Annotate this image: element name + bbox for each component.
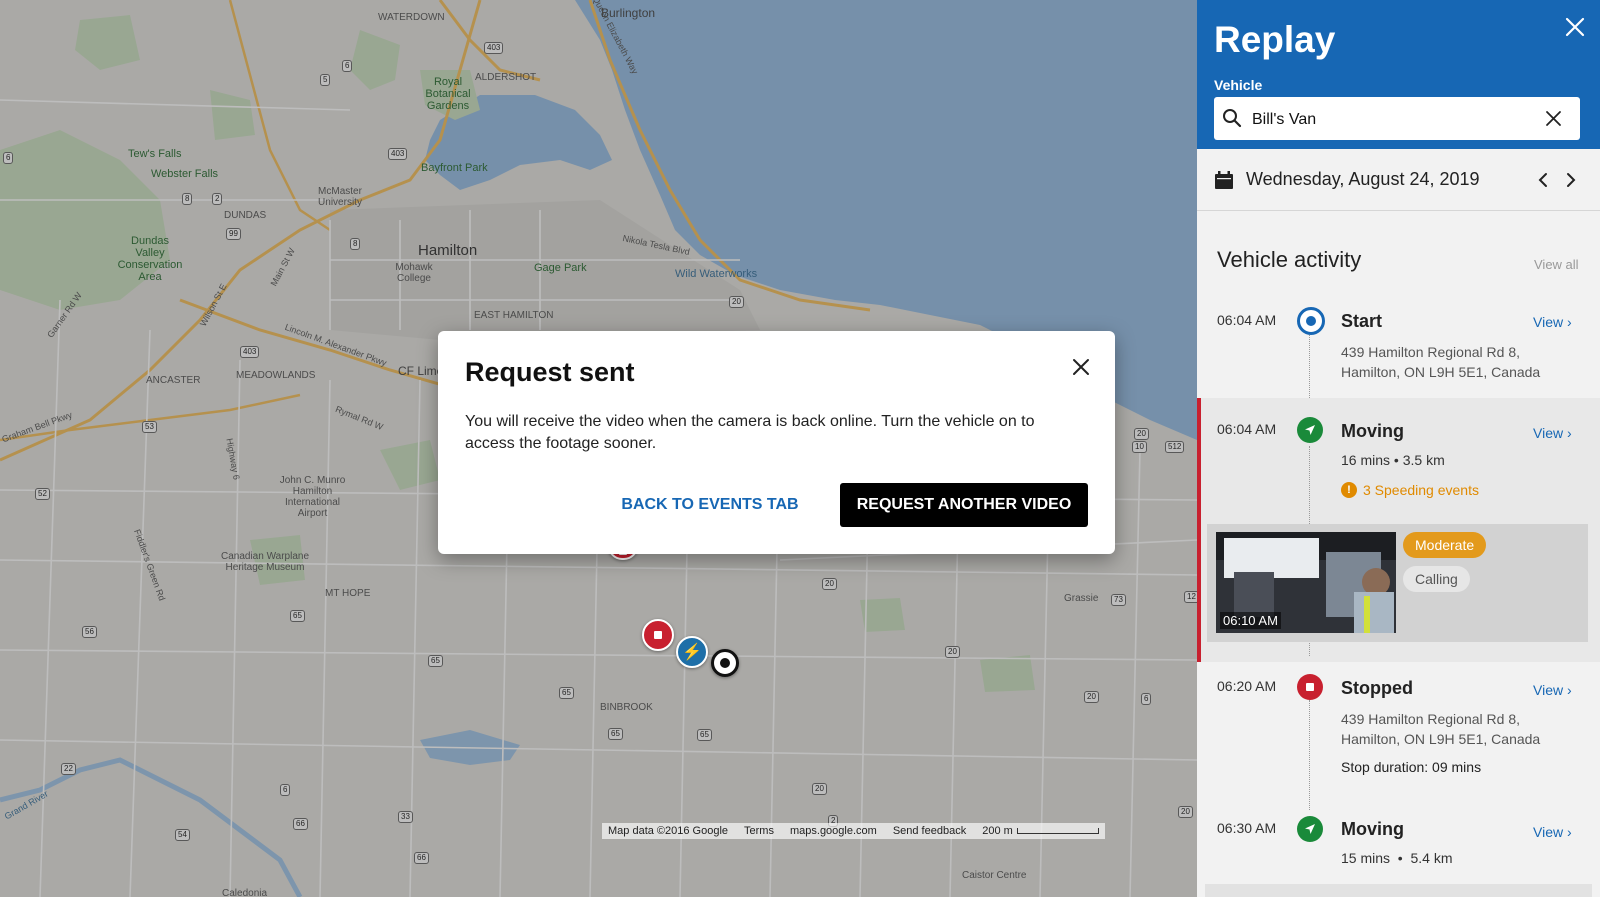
warning-icon: ! xyxy=(1341,482,1357,498)
video-timestamp: 06:10 AM xyxy=(1220,612,1281,629)
event-title: Stopped xyxy=(1341,678,1413,698)
stop-icon xyxy=(1297,674,1323,700)
video-event-card[interactable]: 06:10 AM Moderate Calling xyxy=(1207,524,1588,642)
terms-link[interactable]: Terms xyxy=(744,825,774,837)
close-icon[interactable] xyxy=(1562,14,1588,40)
maps-domain-link[interactable]: maps.google.com xyxy=(790,825,877,837)
calendar-icon[interactable] xyxy=(1214,170,1234,190)
view-link-label: View xyxy=(1533,682,1564,698)
stop-duration: Stop duration: 09 mins xyxy=(1341,759,1482,775)
severity-badge: Moderate xyxy=(1403,532,1487,558)
timeline-connector xyxy=(1309,333,1310,398)
vehicle-position-marker-icon[interactable] xyxy=(711,649,739,677)
event-address-line1: 439 Hamilton Regional Rd 8, xyxy=(1341,344,1520,360)
panel-header: Replay Vehicle xyxy=(1197,0,1600,149)
arrow-icon xyxy=(1305,425,1315,435)
navigation-arrow-icon xyxy=(1297,816,1323,842)
event-view-link[interactable]: View › xyxy=(1533,425,1572,441)
video-thumbnail[interactable]: 06:10 AM xyxy=(1216,532,1396,633)
event-address-line2: Hamilton, ON L9H 5E1, Canada xyxy=(1341,364,1541,380)
vehicle-search-field[interactable] xyxy=(1214,97,1580,142)
back-to-events-button[interactable]: BACK TO EVENTS TAB xyxy=(610,483,810,527)
vehicle-label: Vehicle xyxy=(1214,77,1263,93)
event-view-link[interactable]: View › xyxy=(1533,314,1572,330)
map-scale: 200 m xyxy=(982,825,1099,837)
speeding-events-label: 3 Speeding events xyxy=(1363,482,1479,498)
map-attribution: Map data ©2016 Google Terms maps.google.… xyxy=(602,823,1105,839)
speeding-events-link[interactable]: ! 3 Speeding events xyxy=(1341,482,1479,498)
event-time: 06:04 AM xyxy=(1217,421,1277,437)
event-time: 06:04 AM xyxy=(1217,312,1277,328)
selected-date[interactable]: Wednesday, August 24, 2019 xyxy=(1246,169,1480,190)
event-address-line2: Hamilton, ON L9H 5E1, Canada xyxy=(1341,731,1541,747)
scale-bar xyxy=(1016,828,1099,835)
replay-panel: Replay Vehicle Wednesday, August 24, 201… xyxy=(1197,0,1600,897)
event-time: 06:20 AM xyxy=(1217,678,1277,694)
event-trip-summary: 15 mins • 5.4 km xyxy=(1341,850,1453,866)
event-view-link[interactable]: View › xyxy=(1533,824,1572,840)
send-feedback-link[interactable]: Send feedback xyxy=(893,825,966,837)
trip-distance: 3.5 km xyxy=(1402,452,1445,468)
view-all-link[interactable]: View all xyxy=(1534,257,1579,272)
dialog-title: Request sent xyxy=(465,357,635,387)
event-title: Moving xyxy=(1341,819,1404,839)
chevron-right-icon[interactable] xyxy=(1563,172,1579,188)
event-view-link[interactable]: View › xyxy=(1533,682,1572,698)
request-sent-dialog: Request sent You will receive the video … xyxy=(438,331,1115,554)
trip-duration: 16 mins xyxy=(1341,452,1391,468)
chevron-left-icon[interactable] xyxy=(1535,172,1551,188)
event-title: Moving xyxy=(1341,421,1404,441)
lightning-marker-icon[interactable]: ⚡ xyxy=(676,636,708,668)
stop-marker-icon[interactable] xyxy=(642,619,674,651)
view-link-label: View xyxy=(1533,824,1564,840)
trip-distance: 5.4 km xyxy=(1410,850,1453,866)
map-data-credit: Map data ©2016 Google xyxy=(608,825,729,837)
trip-duration: 15 mins xyxy=(1341,850,1391,866)
search-icon xyxy=(1223,109,1242,128)
dialog-message: You will receive the video when the came… xyxy=(465,413,1035,452)
timeline-connector xyxy=(1309,700,1310,810)
clear-icon[interactable] xyxy=(1545,110,1562,127)
navigation-arrow-icon xyxy=(1297,417,1323,443)
view-link-label: View xyxy=(1533,314,1564,330)
view-link-label: View xyxy=(1533,425,1564,441)
panel-title: Replay xyxy=(1214,19,1336,60)
map-scale-label: 200 m xyxy=(982,825,1013,837)
event-address-line1: 439 Hamilton Regional Rd 8, xyxy=(1341,711,1520,727)
event-trip-summary: 16 mins • 3.5 km xyxy=(1341,452,1445,468)
arrow-icon xyxy=(1305,824,1315,834)
vehicle-search-input[interactable] xyxy=(1250,97,1544,142)
event-title: Start xyxy=(1341,311,1383,331)
start-icon xyxy=(1297,307,1325,335)
date-selector: Wednesday, August 24, 2019 xyxy=(1197,150,1600,211)
next-item-preview xyxy=(1205,884,1592,897)
behavior-badge: Calling xyxy=(1403,566,1470,592)
close-icon[interactable] xyxy=(1067,353,1095,381)
vehicle-activity-heading: Vehicle activity xyxy=(1217,247,1362,272)
request-another-video-button[interactable]: REQUEST ANOTHER VIDEO xyxy=(840,483,1088,527)
event-time: 06:30 AM xyxy=(1217,820,1277,836)
